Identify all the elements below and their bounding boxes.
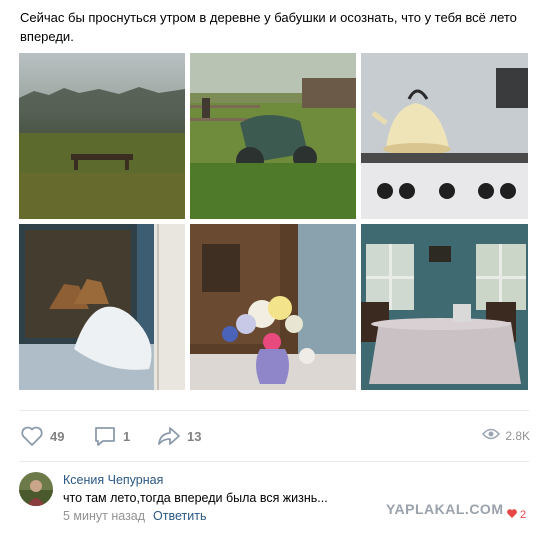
comments-divider (20, 461, 529, 462)
watermark: YAPLAKAL.COM (386, 501, 504, 517)
photo-motorcycle-grass[interactable] (190, 53, 356, 219)
avatar[interactable] (19, 472, 53, 506)
share-count: 13 (187, 428, 202, 444)
like-count: 49 (50, 428, 65, 444)
post-divider (20, 410, 529, 411)
photo-bed-carpet[interactable] (19, 224, 185, 390)
photo-table-windows[interactable] (361, 224, 528, 390)
comment-author[interactable]: Ксения Чепурная (63, 473, 163, 487)
views-count: 2.8K (505, 429, 530, 443)
comment-count: 1 (123, 428, 131, 444)
heart-filled-icon (506, 508, 518, 522)
comment-button[interactable]: 1 (93, 423, 130, 449)
eye-icon (482, 427, 501, 446)
photo-field-bench[interactable] (19, 53, 185, 219)
reply-button[interactable]: Ответить (153, 509, 206, 523)
post-text: Сейчас бы проснуться утром в деревне у б… (20, 10, 517, 44)
comment-text: что там лето,тогда впереди была вся жизн… (63, 491, 328, 505)
comment-like-button[interactable]: 2 (506, 508, 526, 522)
photo-kettle-stove[interactable] (361, 53, 528, 219)
comment-item: Ксения Чепурная что там лето,тогда впере… (19, 472, 531, 532)
photo-flowers-vase[interactable] (190, 224, 356, 390)
comment-time[interactable]: 5 минут назад (63, 509, 145, 523)
like-button[interactable]: 49 (20, 423, 64, 449)
heart-icon (20, 424, 44, 448)
views-counter: 2.8K (482, 423, 530, 449)
photo-grid (19, 53, 528, 390)
comment-meta: 5 минут назад Ответить (63, 509, 206, 523)
post-actions: 49 1 13 2.8K (20, 423, 530, 449)
comment-icon (93, 424, 117, 448)
share-button[interactable]: 13 (157, 423, 201, 449)
comment-like-count: 2 (520, 509, 527, 521)
share-arrow-icon (157, 424, 181, 448)
